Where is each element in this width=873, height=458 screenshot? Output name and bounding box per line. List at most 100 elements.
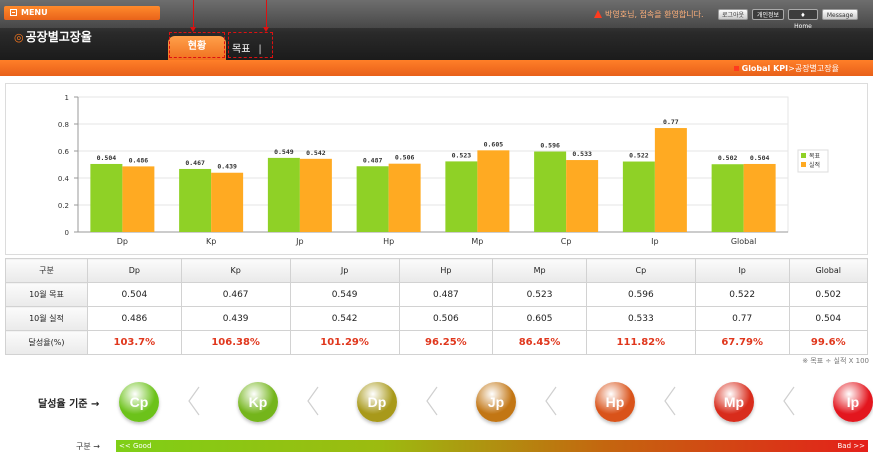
- logout-button[interactable]: 로그아웃: [718, 9, 748, 20]
- legend-label: 실적: [809, 161, 820, 169]
- table-cell: 0.542: [289, 306, 400, 331]
- table-row: 달성율(%) 103.7% 106.38% 101.29% 96.25% 86.…: [5, 330, 868, 355]
- table-row: 10월 실적 0.486 0.439 0.542 0.506 0.605 0.5…: [5, 306, 868, 331]
- table-cell: 0.502: [788, 282, 868, 307]
- bar-actual: [743, 163, 776, 232]
- table-corner-header: 구분: [5, 258, 88, 283]
- welcome-text: 박영호님, 접속을 환영합니다.: [605, 10, 704, 19]
- grade-gradient-bar: << Good Bad >>: [116, 440, 868, 452]
- table-cell: 0.523: [492, 282, 587, 307]
- table-cell: 86.45%: [492, 330, 587, 355]
- column-header: Cp: [585, 258, 696, 283]
- message-button[interactable]: Message: [822, 9, 858, 20]
- bar-target: [179, 168, 212, 232]
- y-tick-label: 0.6: [58, 148, 70, 156]
- page-title: ◎ 공장별고장율: [14, 28, 92, 45]
- rank-ball-hp: Hp: [595, 382, 635, 422]
- row-header: 달성율(%): [5, 330, 88, 355]
- x-tick-label: Cp: [561, 237, 572, 246]
- table-cell: 0.467: [180, 282, 291, 307]
- chevron-left-icon: [782, 386, 796, 416]
- table-cell: 111.82%: [585, 330, 696, 355]
- annotation-box-target-tab: [228, 32, 273, 58]
- table-cell: 0.506: [398, 306, 494, 331]
- x-tick-label: Hp: [383, 237, 394, 246]
- table-cell: 0.487: [398, 282, 494, 307]
- welcome-message: 박영호님, 접속을 환영합니다.: [594, 9, 704, 20]
- page-title-text: 공장별고장율: [25, 30, 92, 44]
- table-cell: 0.596: [585, 282, 696, 307]
- y-tick-label: 0.4: [58, 175, 70, 183]
- data-label: 0.504: [97, 154, 117, 162]
- grade-label: 구분 →: [76, 442, 100, 451]
- chevron-left-icon: [306, 386, 320, 416]
- data-label: 0.487: [363, 156, 383, 164]
- data-label: 0.467: [185, 159, 205, 167]
- data-label: 0.502: [718, 154, 738, 162]
- data-label: 0.486: [129, 156, 149, 164]
- grade-bad-label: Bad >>: [837, 442, 866, 450]
- bar-target: [622, 161, 655, 232]
- data-label: 0.77: [663, 118, 679, 126]
- table-cell: 99.6%: [788, 330, 868, 355]
- data-label: 0.596: [540, 142, 560, 150]
- rank-ball-jp: Jp: [476, 382, 516, 422]
- chevron-left-icon: [544, 386, 558, 416]
- breadcrumb: Global KPI>공장별고장율: [733, 63, 839, 74]
- kpi-table: 구분 Dp Kp Jp Hp Mp Cp Ip Global 10월 목표 0.…: [5, 258, 868, 355]
- table-cell: 0.549: [289, 282, 400, 307]
- column-header: Ip: [694, 258, 790, 283]
- home-button-label: Home: [794, 23, 812, 30]
- table-cell: 0.605: [492, 306, 587, 331]
- data-label: 0.523: [452, 151, 472, 159]
- data-label: 0.605: [484, 140, 504, 148]
- x-tick-label: Global: [731, 237, 757, 246]
- formula-note: ※ 목표 ÷ 실적 X 100: [802, 357, 869, 365]
- data-label: 0.439: [217, 163, 237, 171]
- x-tick-label: Kp: [206, 237, 216, 246]
- data-label: 0.506: [395, 154, 415, 162]
- menu-button[interactable]: MENU: [4, 6, 160, 20]
- annotation-arrow-icon: [263, 0, 269, 32]
- menu-icon: [10, 9, 17, 16]
- y-tick-label: 0.2: [58, 202, 69, 210]
- data-label: 0.542: [306, 149, 326, 157]
- chart-panel: 0 0.2 0.4 0.6 0.8 1 0.504 0.486 Dp 0.467 0.439 Kp 0.…: [5, 83, 868, 255]
- bar-target: [711, 164, 744, 232]
- column-header: Hp: [398, 258, 494, 283]
- data-label: 0.504: [750, 154, 770, 162]
- grade-good-label: << Good: [119, 442, 152, 450]
- bar-actual: [122, 166, 155, 232]
- x-tick-label: Ip: [651, 237, 658, 246]
- table-cell: 0.504: [788, 306, 868, 331]
- bar-target: [90, 163, 123, 232]
- table-cell: 0.504: [87, 282, 182, 307]
- table-cell: 96.25%: [398, 330, 494, 355]
- table-header-row: 구분 Dp Kp Jp Hp Mp Cp Ip Global: [5, 258, 868, 283]
- table-cell: 103.7%: [87, 330, 182, 355]
- table-cell: 0.522: [694, 282, 790, 307]
- home-button[interactable]: ♦ Home: [788, 9, 818, 30]
- column-header: Global: [788, 258, 868, 283]
- rank-ball-dp: Dp: [357, 382, 397, 422]
- rank-ball-mp: Mp: [714, 382, 754, 422]
- failure-rate-bar-chart: 0 0.2 0.4 0.6 0.8 1 0.504 0.486 Dp 0.467 0.439 Kp 0.…: [58, 94, 829, 246]
- bar-target: [356, 166, 389, 232]
- y-tick-label: 0: [65, 229, 69, 237]
- bar-actual: [566, 160, 599, 232]
- table-cell: 0.77: [694, 306, 790, 331]
- breadcrumb-root[interactable]: Global KPI: [742, 64, 789, 73]
- rank-ball-cp: Cp: [119, 382, 159, 422]
- profile-button[interactable]: 개인정보: [752, 9, 784, 20]
- data-label: 0.549: [274, 148, 294, 156]
- row-header: 10월 실적: [5, 306, 88, 331]
- bar-actual: [654, 128, 687, 232]
- legend-swatch: [801, 162, 806, 167]
- rank-ball-kp: Kp: [238, 382, 278, 422]
- table-cell: 67.79%: [694, 330, 790, 355]
- annotation-arrow-icon: [190, 0, 196, 32]
- bar-actual: [299, 158, 332, 232]
- x-tick-label: Jp: [295, 237, 303, 246]
- chevron-left-icon: [663, 386, 677, 416]
- breadcrumb-icon: [733, 66, 739, 71]
